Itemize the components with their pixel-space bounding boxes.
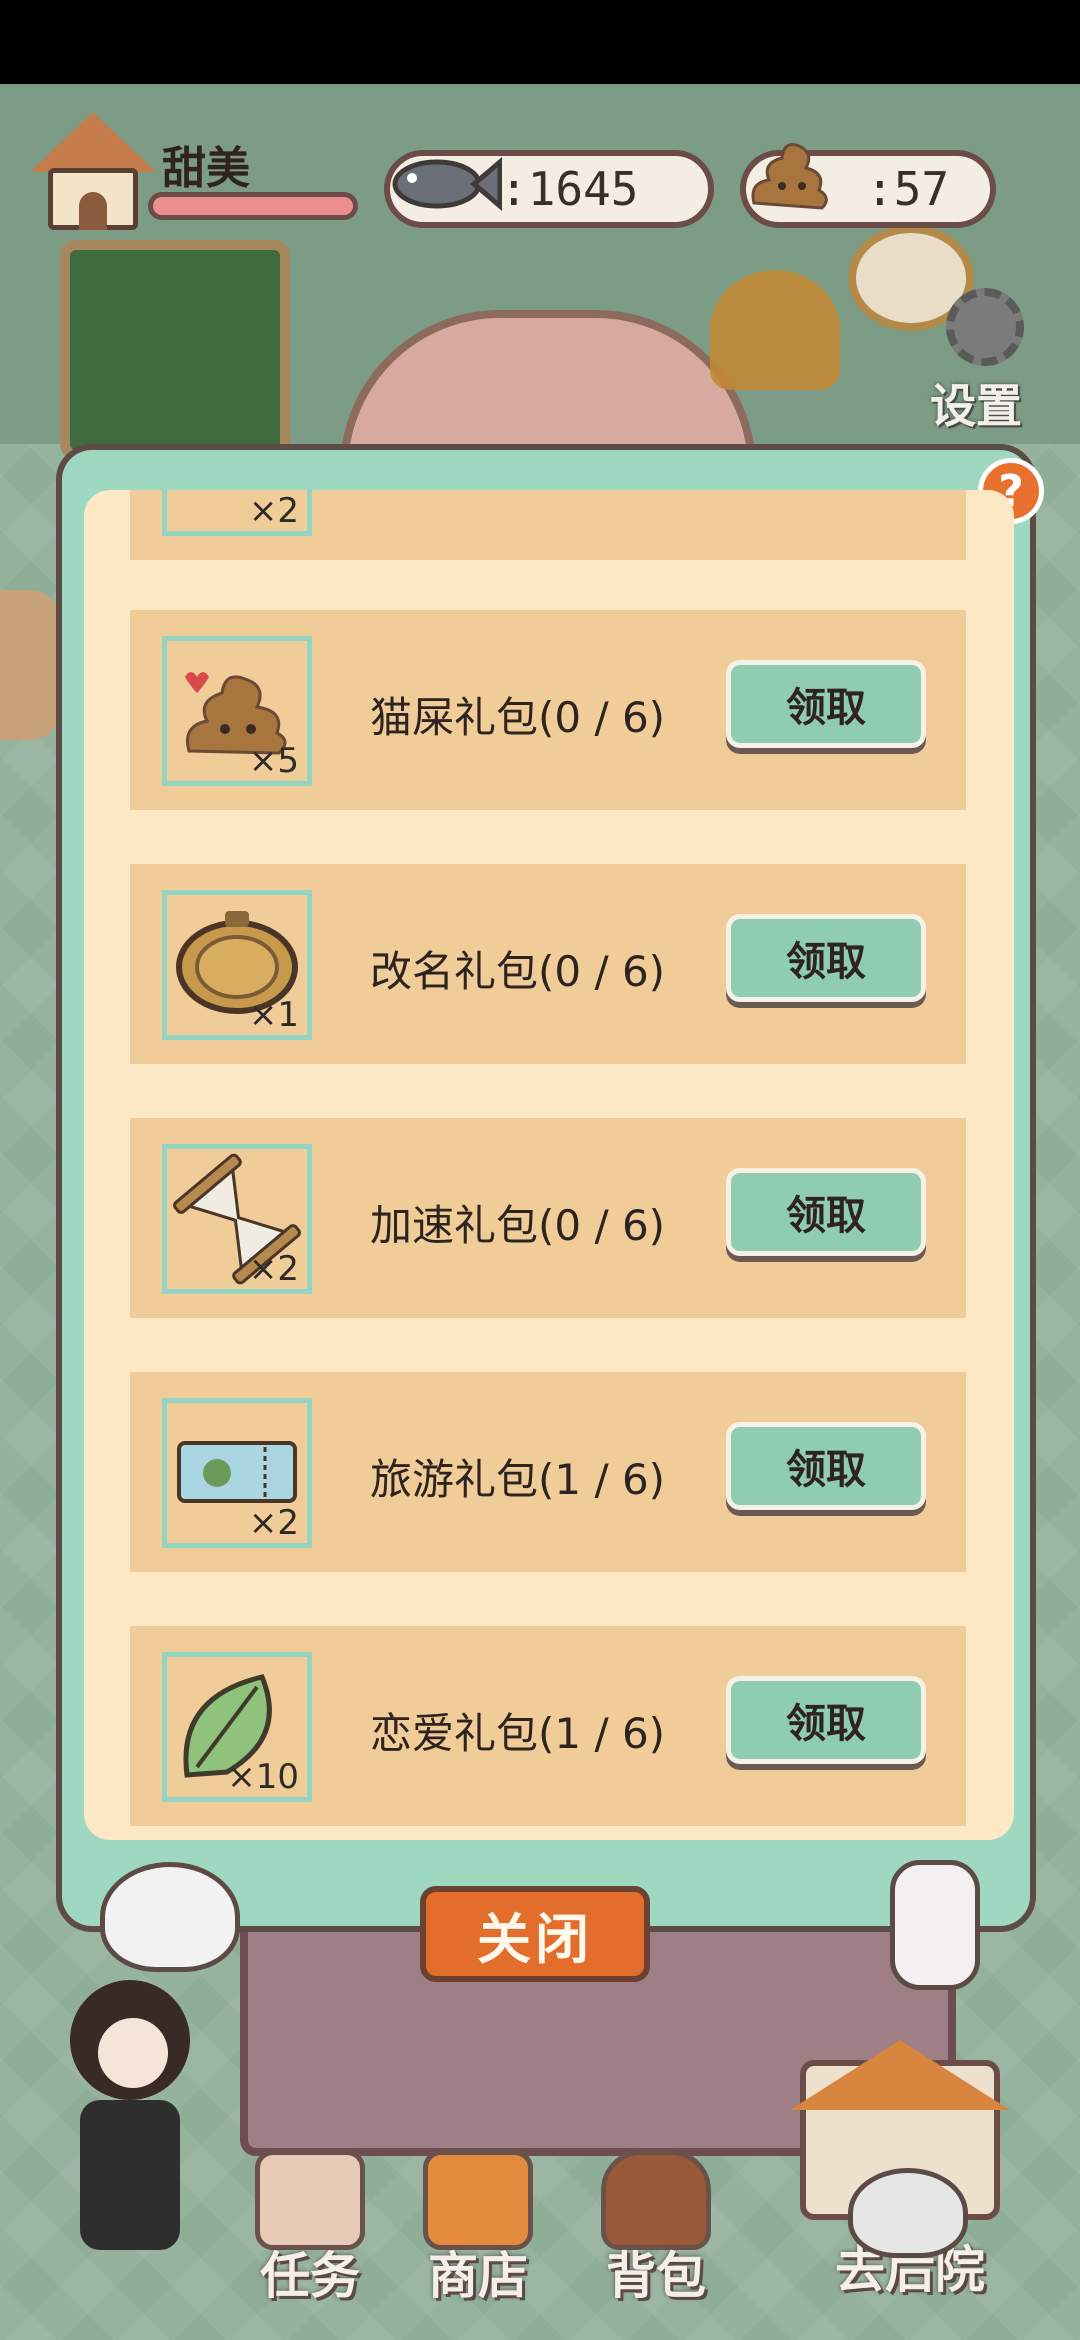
list-item: ×5 猫屎礼包(0 / 6) 领取 (130, 610, 966, 810)
home-icon[interactable] (30, 112, 156, 230)
list-item: ×2 加速礼包(0 / 6) 领取 (130, 1118, 966, 1318)
gift-pack-label: 恋爱礼包(1 / 6) (370, 1709, 666, 1758)
claim-button[interactable]: 领取 (726, 1676, 926, 1764)
poop-icon (751, 143, 828, 210)
nav-bag-label: 背包 (606, 2247, 706, 2305)
house-door-shape (79, 192, 107, 230)
settings-label: 设置 (930, 379, 1022, 433)
roof-shape (30, 112, 156, 172)
claim-button[interactable]: 领取 (726, 914, 926, 1002)
avatar-body (80, 2100, 180, 2250)
nav-bag-button[interactable]: 背包 (586, 2150, 726, 2305)
claim-button[interactable]: 领取 (726, 1168, 926, 1256)
backyard-roof-shape (790, 2040, 1010, 2110)
gift-pack-label: 加速礼包(0 / 6) (370, 1201, 666, 1250)
list-item: ×10 恋爱礼包(1 / 6) 领取 (130, 1626, 966, 1826)
list-item: ×2 旅游礼包(1 / 6) 领取 (130, 1372, 966, 1572)
cat-character[interactable] (848, 2168, 968, 2258)
gear-icon (946, 288, 1024, 366)
player-avatar[interactable] (40, 1950, 220, 2290)
window-decoration (60, 240, 290, 460)
nav-tasks-label: 任务 (260, 2247, 360, 2305)
potion-bottle-icon[interactable] (890, 1860, 980, 1990)
avatar-face (98, 2018, 168, 2088)
list-item: ×1 改名礼包(0 / 6) 领取 (130, 864, 966, 1064)
item-count: ×2 (248, 1249, 299, 1289)
item-count: ×10 (227, 1757, 299, 1797)
player-status-bar (148, 192, 358, 220)
fish-count-value: :1645 (500, 162, 639, 216)
task-list-icon (255, 2150, 365, 2250)
gift-pack-list[interactable]: ×2 ×5 猫屎礼包(0 / 6) 领取 ×1 改名礼包(0 / 6) 领取 ×… (84, 490, 1014, 1840)
shelf-decoration (0, 590, 60, 740)
gift-pack-label: 猫屎礼包(0 / 6) (370, 693, 666, 742)
item-slot: ×1 (162, 890, 312, 1040)
claim-button[interactable]: 领取 (726, 1422, 926, 1510)
gift-pack-label: 改名礼包(0 / 6) (370, 947, 666, 996)
fish-icon (392, 157, 502, 211)
item-count: ×2 (248, 1503, 299, 1543)
nav-tasks-button[interactable]: 任务 (240, 2150, 380, 2305)
backpack-icon (601, 2150, 711, 2250)
close-button[interactable]: 关闭 (420, 1886, 650, 1982)
settings-button[interactable]: 设置 (924, 284, 1048, 434)
list-item-partial: ×2 (130, 490, 966, 560)
status-bar (0, 0, 1080, 84)
nav-shop-button[interactable]: 商店 (408, 2150, 548, 2305)
gift-pack-label: 旅游礼包(1 / 6) (370, 1455, 666, 1504)
item-count: ×1 (248, 995, 299, 1035)
item-slot: ×10 (162, 1652, 312, 1802)
claim-button[interactable]: 领取 (726, 660, 926, 748)
item-count: ×5 (248, 741, 299, 781)
bells-decoration (710, 270, 840, 390)
poop-count-value: :57 (866, 162, 950, 216)
item-slot: ×5 (162, 636, 312, 786)
shop-awning-icon (423, 2150, 533, 2250)
nav-shop-label: 商店 (428, 2247, 528, 2305)
item-slot: ×2 (162, 490, 312, 536)
item-slot: ×2 (162, 1144, 312, 1294)
player-name: 甜美 (162, 143, 250, 194)
item-count: ×2 (248, 491, 299, 531)
item-slot: ×2 (162, 1398, 312, 1548)
